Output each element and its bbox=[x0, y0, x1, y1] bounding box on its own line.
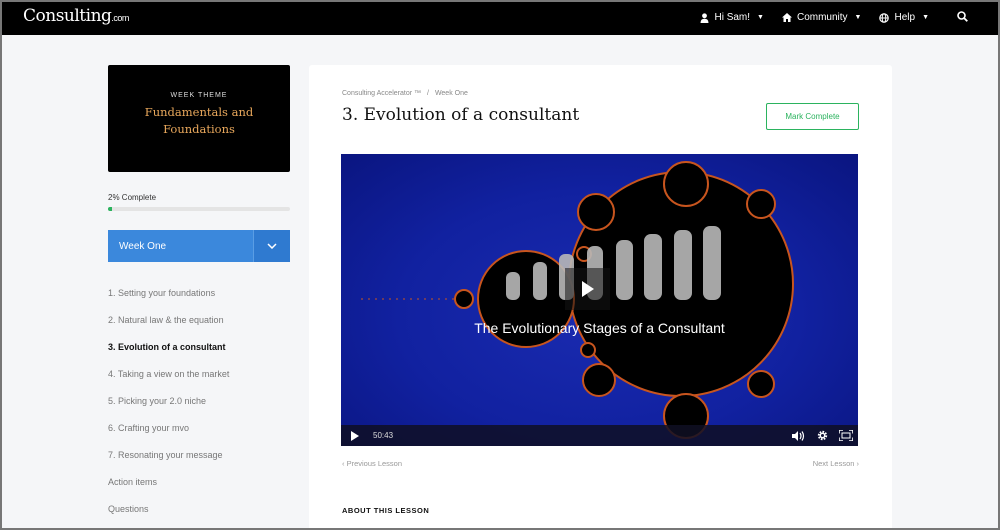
video-caption: The Evolutionary Stages of a Consultant bbox=[474, 320, 725, 336]
lesson-item[interactable]: 5. Picking your 2.0 niche bbox=[108, 396, 298, 423]
lesson-item[interactable]: 1. Setting your foundations bbox=[108, 288, 298, 315]
breadcrumb-week[interactable]: Week One bbox=[435, 90, 468, 97]
home-icon bbox=[781, 13, 792, 22]
progress-bar bbox=[108, 207, 290, 211]
gear-icon bbox=[817, 430, 827, 441]
progress-label: 2% Complete bbox=[108, 193, 157, 202]
theme-title: Fundamentals and Foundations bbox=[144, 105, 254, 136]
user-menu[interactable]: Hi Sam! ▼ bbox=[700, 12, 764, 23]
video-scrubber[interactable] bbox=[403, 425, 786, 446]
chevron-down-icon[interactable] bbox=[253, 230, 290, 262]
caret-down-icon: ▼ bbox=[757, 14, 764, 21]
lesson-item[interactable]: 4. Taking a view on the market bbox=[108, 369, 298, 396]
video-controls: 50:43 bbox=[341, 425, 858, 446]
week-selector-label: Week One bbox=[119, 240, 167, 252]
lesson-item[interactable]: 3. Evolution of a consultant bbox=[108, 342, 298, 369]
video-time: 50:43 bbox=[373, 431, 394, 440]
breadcrumb-course[interactable]: Consulting Accelerator ™ bbox=[342, 90, 421, 97]
lesson-item[interactable]: Action items bbox=[108, 477, 298, 504]
user-icon bbox=[700, 12, 709, 23]
caret-down-icon: ▼ bbox=[854, 14, 862, 21]
fullscreen-button[interactable] bbox=[834, 425, 858, 446]
progress-fill bbox=[108, 207, 112, 211]
play-icon bbox=[351, 430, 359, 441]
community-label: Community bbox=[796, 12, 848, 23]
control-play-button[interactable] bbox=[341, 425, 369, 446]
help-menu[interactable]: Help ▼ bbox=[879, 12, 929, 23]
globe-icon bbox=[879, 12, 890, 23]
community-menu[interactable]: Community ▼ bbox=[781, 12, 862, 23]
about-lesson-heading: ABOUT THIS LESSON bbox=[342, 506, 430, 515]
site-logo[interactable]: Consulting.com bbox=[23, 6, 129, 26]
video-player[interactable]: The Evolutionary Stages of a Consultant … bbox=[341, 154, 858, 446]
volume-icon bbox=[791, 430, 804, 441]
breadcrumb: Consulting Accelerator ™ / Week One bbox=[342, 90, 468, 97]
previous-lesson-link[interactable]: ‹ Previous Lesson bbox=[342, 459, 402, 468]
lesson-item[interactable]: 6. Crafting your mvo bbox=[108, 423, 298, 450]
mark-complete-button[interactable]: Mark Complete bbox=[766, 103, 859, 130]
lesson-card: Consulting Accelerator ™ / Week One 3. Evo… bbox=[309, 65, 892, 530]
top-navbar: Consulting.com Hi Sam! ▼ Community ▼ Hel… bbox=[0, 0, 1000, 35]
week-theme-card: WEEK THEME Fundamentals and Foundations bbox=[108, 65, 290, 172]
settings-button[interactable] bbox=[810, 425, 834, 446]
search-icon bbox=[957, 10, 968, 22]
next-lesson-link[interactable]: Next Lesson › bbox=[813, 459, 859, 468]
help-label: Help bbox=[894, 12, 916, 23]
lesson-item[interactable]: 2. Natural law & the equation bbox=[108, 315, 298, 342]
lesson-item[interactable]: 7. Resonating your message bbox=[108, 450, 298, 477]
lesson-title: 3. Evolution of a consultant bbox=[342, 105, 580, 125]
theme-kicker: WEEK THEME bbox=[170, 92, 228, 99]
play-icon bbox=[581, 281, 594, 297]
lesson-list: 1. Setting your foundations 2. Natural la… bbox=[108, 288, 298, 530]
caret-down-icon: ▼ bbox=[922, 14, 929, 21]
volume-button[interactable] bbox=[786, 425, 810, 446]
lesson-item[interactable]: Questions bbox=[108, 504, 298, 530]
week-selector[interactable]: Week One bbox=[108, 230, 290, 262]
fullscreen-icon bbox=[839, 430, 853, 441]
play-button[interactable] bbox=[565, 268, 610, 310]
greeting-label: Hi Sam! bbox=[714, 12, 751, 23]
header-nav: Hi Sam! ▼ Community ▼ Help ▼ bbox=[700, 0, 968, 35]
search-button[interactable] bbox=[957, 10, 968, 25]
breadcrumb-separator: / bbox=[426, 90, 429, 97]
